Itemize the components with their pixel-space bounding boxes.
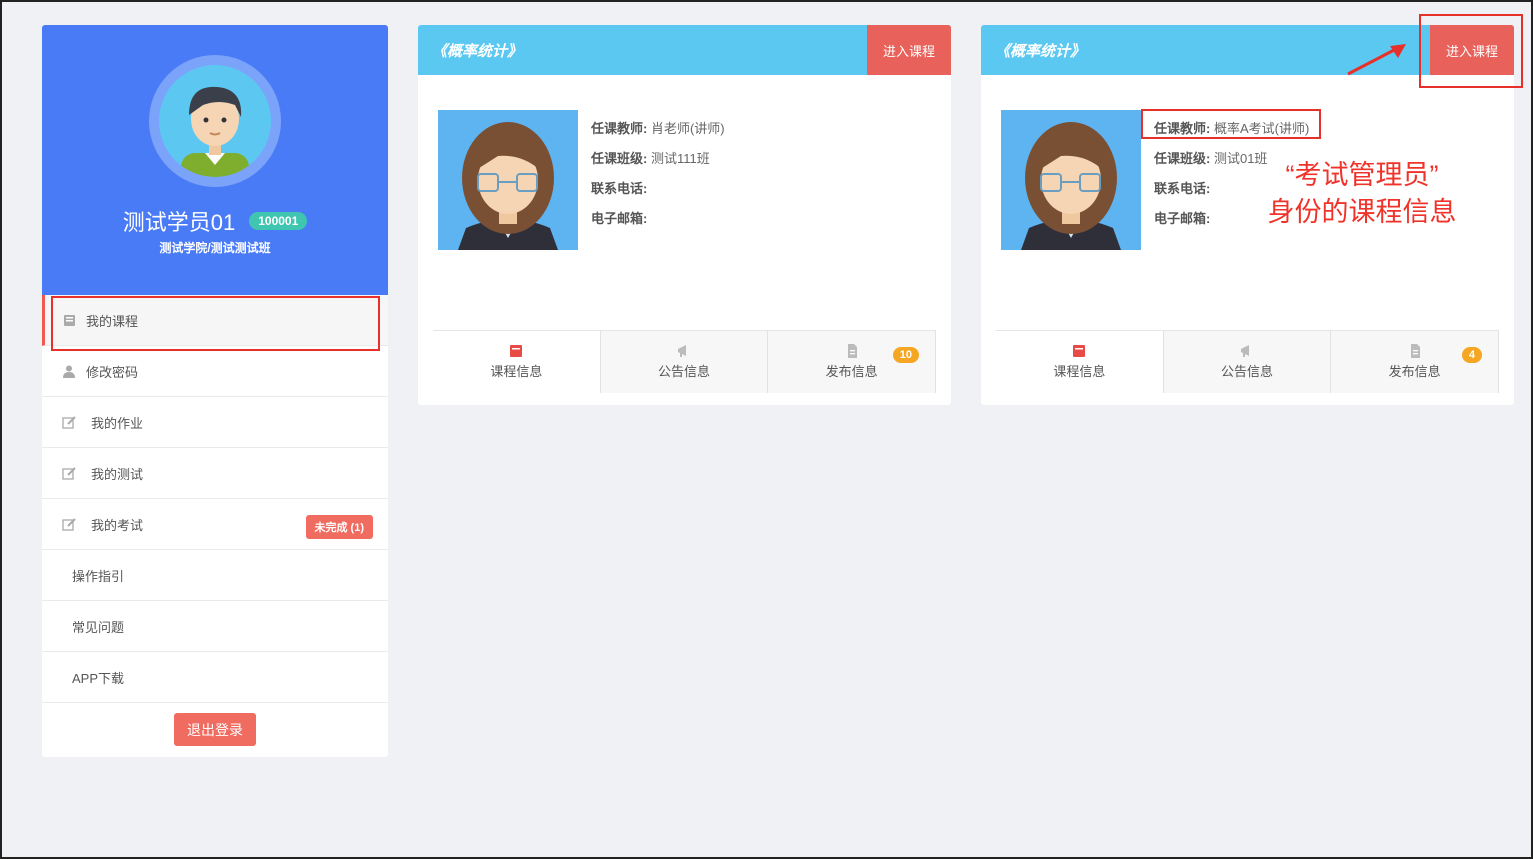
sidebar-menu: 我的课程 修改密码 我的作业 我的测试 我的考试 未完成 (1) 操作指引 常见…	[42, 295, 388, 703]
profile-org: 测试学院/测试测试班	[159, 241, 271, 255]
sidebar-item-change-password[interactable]: 修改密码	[42, 346, 388, 397]
tab-publish-info[interactable]: 发布信息 10	[768, 331, 937, 393]
highlight-box-my-courses	[51, 296, 380, 351]
class-key: 任课班级:	[1154, 151, 1211, 166]
email-key: 电子邮箱:	[591, 211, 648, 226]
arrow-icon	[1347, 44, 1406, 76]
tab-course-info[interactable]: 课程信息	[996, 331, 1164, 393]
sidebar-item-guide[interactable]: 操作指引	[42, 550, 388, 601]
class-row: 任课班级: 测试01班	[1154, 148, 1267, 167]
annotation-line1: “考试管理员”	[1285, 160, 1439, 190]
sidebar-item-label: 我的作业	[91, 415, 144, 431]
phone-row: 联系电话:	[591, 178, 647, 197]
annotation-line2: 身份的课程信息	[1267, 197, 1457, 227]
tab-course-info[interactable]: 课程信息	[433, 331, 601, 393]
tab-label: 公告信息	[1221, 364, 1274, 379]
annotation-note: “考试管理员” 身份的课程信息	[1257, 157, 1467, 231]
sidebar-item-label: 我的测试	[91, 466, 144, 482]
tab-label: 发布信息	[825, 364, 878, 379]
course-tabs: 课程信息 公告信息 发布信息 10	[433, 330, 937, 393]
sidebar-item-faq[interactable]: 常见问题	[42, 601, 388, 652]
edit-icon	[62, 466, 76, 480]
course-title: 《概率统计》	[432, 43, 523, 60]
user-id-badge: 100001	[249, 212, 308, 231]
profile-name: 测试学员01 100001	[42, 205, 388, 237]
avatar	[149, 55, 281, 187]
sidebar-item-label: 操作指引	[72, 568, 125, 584]
megaphone-icon	[678, 345, 686, 357]
card-header: 《概率统计》 进入课程	[418, 25, 951, 75]
profile-panel: 测试学员01 100001 测试学院/测试测试班	[42, 25, 388, 295]
sidebar-item-my-homework[interactable]: 我的作业	[42, 397, 388, 448]
teacher-value: 肖老师(讲师)	[650, 121, 725, 136]
email-row: 电子邮箱:	[591, 208, 647, 227]
sidebar-item-label: 修改密码	[86, 364, 139, 380]
class-key: 任课班级:	[591, 151, 648, 166]
tab-publish-info[interactable]: 发布信息 4	[1331, 331, 1500, 393]
course-tabs: 课程信息 公告信息 发布信息 4	[996, 330, 1500, 393]
teacher-avatar	[1001, 110, 1141, 250]
tab-label: 课程信息	[490, 364, 543, 379]
user-icon	[62, 364, 76, 378]
book-icon	[510, 345, 523, 357]
profile-name-text: 测试学员01	[122, 210, 236, 235]
sidebar-item-label: 我的考试	[91, 517, 144, 533]
phone-key: 联系电话:	[1154, 181, 1211, 196]
tab-announcements[interactable]: 公告信息	[600, 331, 769, 393]
tab-label: 发布信息	[1388, 364, 1441, 379]
phone-key: 联系电话:	[591, 181, 648, 196]
class-row: 任课班级: 测试111班	[591, 148, 710, 167]
count-badge: 10	[892, 347, 920, 363]
phone-row: 联系电话:	[1154, 178, 1210, 197]
email-key: 电子邮箱:	[1154, 211, 1211, 226]
document-icon	[847, 344, 857, 358]
highlight-box-teacher	[1141, 109, 1321, 139]
logout-button[interactable]: 退出登录	[174, 713, 256, 746]
class-value: 测试111班	[650, 151, 710, 166]
megaphone-icon	[1241, 345, 1249, 357]
enter-course-button[interactable]: 进入课程	[867, 25, 951, 75]
email-row: 电子邮箱:	[1154, 208, 1210, 227]
tab-label: 课程信息	[1053, 364, 1106, 379]
highlight-box-enter-course	[1419, 14, 1523, 88]
teacher-row: 任课教师: 肖老师(讲师)	[591, 118, 725, 137]
count-badge: 4	[1461, 347, 1483, 363]
teacher-avatar	[438, 110, 578, 250]
tab-label: 公告信息	[658, 364, 711, 379]
sidebar-item-my-tests[interactable]: 我的测试	[42, 448, 388, 499]
edit-icon	[62, 415, 76, 429]
course-title: 《概率统计》	[995, 43, 1086, 60]
book-icon	[1073, 345, 1086, 357]
pending-badge: 未完成 (1)	[305, 515, 373, 539]
sidebar-item-label: APP下载	[72, 670, 125, 686]
teacher-key: 任课教师:	[591, 121, 648, 136]
course-card: 《概率统计》 进入课程 任课教师: 肖老师(讲师) 任课班级: 测试111班 联…	[418, 25, 951, 405]
sidebar-item-app-download[interactable]: APP下载	[42, 652, 388, 703]
sidebar: 测试学员01100001 测试学院/测试测试班 我的课程 修改密码 我的作业	[42, 25, 388, 757]
edit-icon	[62, 517, 76, 531]
tab-announcements[interactable]: 公告信息	[1163, 331, 1332, 393]
sidebar-item-label: 常见问题	[72, 619, 125, 635]
document-icon	[1410, 344, 1420, 358]
sidebar-item-my-exams[interactable]: 我的考试 未完成 (1)	[42, 499, 388, 550]
